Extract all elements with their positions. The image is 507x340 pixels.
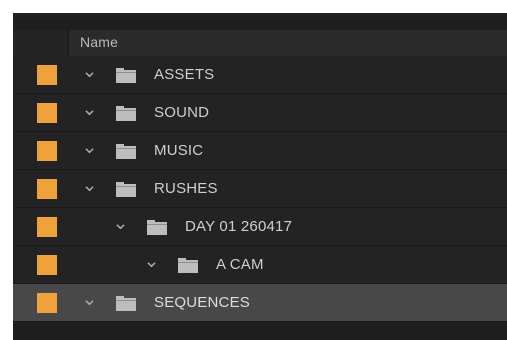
- folder-icon: [178, 258, 198, 273]
- bin-row[interactable]: DAY 01 260417: [13, 208, 507, 246]
- label-color-swatch[interactable]: [37, 65, 57, 85]
- bin-label: A CAM: [216, 256, 264, 273]
- bin-row[interactable]: A CAM: [13, 246, 507, 284]
- label-color-swatch[interactable]: [37, 179, 57, 199]
- folder-icon: [116, 106, 136, 121]
- chevron-down-icon[interactable]: [85, 298, 94, 307]
- label-color-swatch[interactable]: [37, 141, 57, 161]
- bin-row[interactable]: RUSHES: [13, 170, 507, 208]
- chevron-down-icon[interactable]: [116, 222, 125, 231]
- bin-label: DAY 01 260417: [185, 218, 293, 235]
- bin-label: SOUND: [154, 104, 210, 121]
- project-panel: Name ASSETS SOUND MUSIC RUSHES DAY 01 26…: [13, 13, 507, 340]
- chevron-down-icon[interactable]: [85, 108, 94, 117]
- bin-row[interactable]: MUSIC: [13, 132, 507, 170]
- folder-icon: [116, 182, 136, 197]
- label-color-swatch[interactable]: [37, 255, 57, 275]
- folder-icon: [116, 68, 136, 83]
- bin-row[interactable]: SEQUENCES: [13, 284, 507, 322]
- folder-icon: [116, 144, 136, 159]
- column-header-row: Name: [13, 30, 507, 56]
- chevron-down-icon[interactable]: [147, 260, 156, 269]
- chevron-down-icon[interactable]: [85, 146, 94, 155]
- bin-row[interactable]: ASSETS: [13, 56, 507, 94]
- name-column-header[interactable]: Name: [80, 34, 118, 50]
- bin-label: MUSIC: [154, 142, 204, 159]
- label-color-column-header[interactable]: [13, 30, 69, 56]
- bin-row[interactable]: SOUND: [13, 94, 507, 132]
- folder-icon: [147, 220, 167, 235]
- bin-list: ASSETS SOUND MUSIC RUSHES DAY 01 260417: [13, 56, 507, 322]
- label-color-swatch[interactable]: [37, 103, 57, 123]
- label-color-swatch[interactable]: [37, 217, 57, 237]
- chevron-down-icon[interactable]: [85, 70, 94, 79]
- chevron-down-icon[interactable]: [85, 184, 94, 193]
- bin-label: ASSETS: [154, 66, 215, 83]
- label-color-swatch[interactable]: [37, 293, 57, 313]
- folder-icon: [116, 296, 136, 311]
- bin-label: RUSHES: [154, 180, 218, 197]
- bin-label: SEQUENCES: [154, 294, 250, 311]
